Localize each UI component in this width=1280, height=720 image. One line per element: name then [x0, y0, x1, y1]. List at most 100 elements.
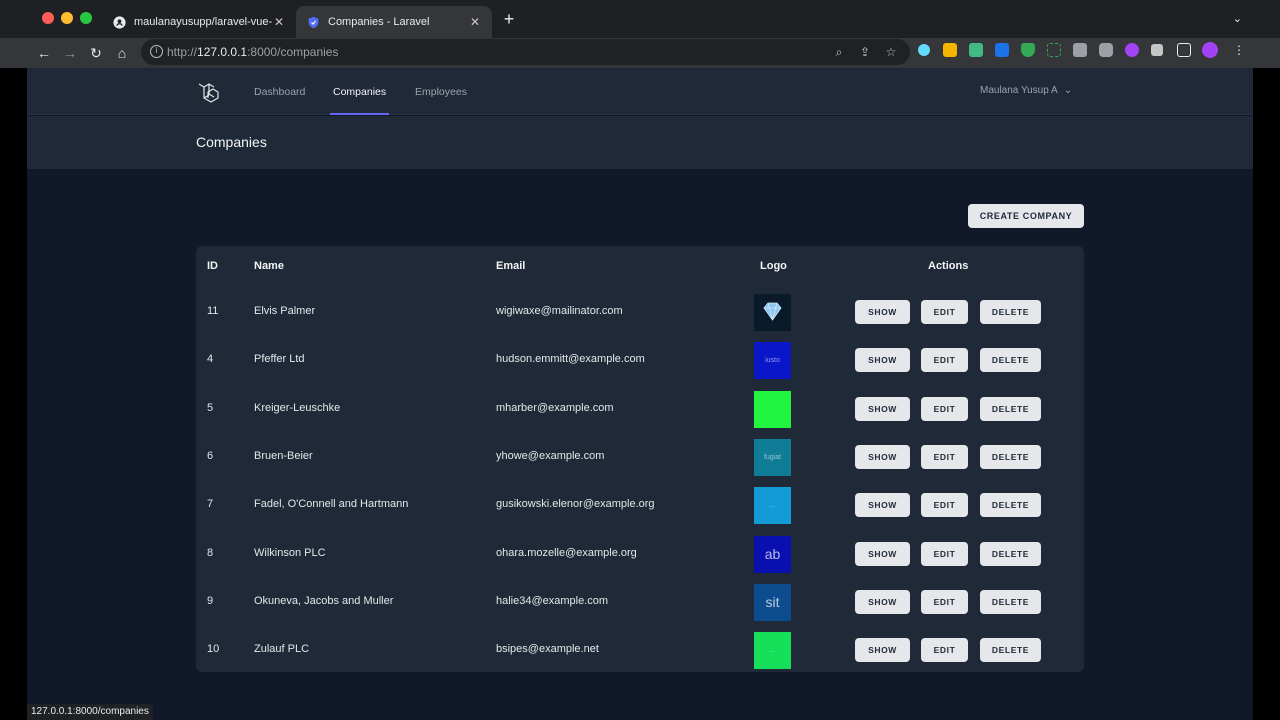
company-logo: ab — [754, 535, 791, 573]
vue-devtools-icon[interactable] — [969, 43, 983, 57]
delete-button[interactable]: DELETE — [980, 300, 1041, 324]
company-id: 7 — [207, 498, 214, 511]
companies-table: ID Name Email Logo Actions 11 Elvis Palm… — [196, 246, 1084, 672]
edit-button[interactable]: EDIT — [921, 493, 968, 518]
delete-button[interactable]: DELETE — [980, 541, 1041, 566]
back-arrow-icon[interactable]: ← — [34, 43, 54, 63]
company-name: Okuneva, Jacobs and Muller — [254, 594, 394, 607]
company-id: 9 — [207, 594, 214, 607]
edit-button[interactable]: EDIT — [921, 396, 968, 421]
company-name: Fadel, O'Connell and Hartmann — [254, 498, 409, 511]
react-devtools-icon[interactable] — [918, 44, 930, 56]
company-logo: ... — [754, 632, 791, 670]
maximize-window-button[interactable] — [80, 12, 92, 24]
tab-github[interactable]: maulanayusupp/laravel-vue-cr ✕ — [102, 6, 296, 38]
forward-arrow-icon[interactable]: → — [60, 43, 80, 63]
company-id: 6 — [207, 449, 214, 462]
delete-button[interactable]: DELETE — [980, 348, 1041, 373]
reload-icon[interactable]: ↻ — [86, 43, 106, 63]
table-row: 7 Fadel, O'Connell and Hartmann gusikows… — [196, 481, 1084, 529]
delete-button[interactable]: DELETE — [980, 589, 1041, 614]
company-logo: fugiat — [754, 438, 791, 476]
new-tab-icon[interactable]: + — [500, 10, 518, 28]
github-icon — [112, 15, 126, 29]
page-header: Companies — [27, 116, 1253, 169]
show-button[interactable]: SHOW — [855, 396, 910, 421]
camera-icon[interactable] — [1099, 43, 1113, 57]
edit-button[interactable]: EDIT — [921, 638, 968, 663]
active-nav-indicator — [330, 113, 389, 115]
delete-button[interactable]: DELETE — [980, 396, 1041, 421]
create-company-button[interactable]: CREATE COMPANY — [968, 204, 1084, 228]
company-logo — [754, 390, 791, 428]
company-name: Bruen-Beier — [254, 449, 313, 462]
company-id: 5 — [207, 401, 214, 414]
extension-icon[interactable] — [1125, 43, 1139, 57]
logo-text: ... — [769, 647, 776, 655]
show-button[interactable]: SHOW — [855, 638, 910, 663]
company-logo: sit — [754, 583, 791, 621]
edit-button[interactable]: EDIT — [921, 348, 968, 373]
company-email: mharber@example.com — [496, 401, 614, 414]
edit-button[interactable]: EDIT — [921, 444, 968, 469]
show-button[interactable]: SHOW — [855, 444, 910, 469]
delete-button[interactable]: DELETE — [980, 638, 1041, 663]
kebab-menu-icon[interactable]: ⋮ — [1232, 43, 1246, 57]
show-button[interactable]: SHOW — [855, 493, 910, 518]
shield-extension-icon[interactable] — [1021, 43, 1035, 57]
tab-title: maulanayusupp/laravel-vue-cr — [134, 16, 272, 28]
logo-text: ab — [764, 546, 781, 562]
chevron-down-icon[interactable]: ⌄ — [1233, 12, 1242, 25]
page: Dashboard Companies Employees Maulana Yu… — [27, 68, 1253, 720]
company-id: 8 — [207, 546, 214, 559]
home-icon[interactable]: ⌂ — [112, 43, 132, 63]
delete-button[interactable]: DELETE — [980, 493, 1041, 518]
close-window-button[interactable] — [42, 12, 54, 24]
user-name: Maulana Yusup A — [980, 85, 1058, 96]
company-logo: iusto — [754, 342, 791, 380]
table-row: 5 Kreiger-Leuschke mharber@example.com S… — [196, 385, 1084, 433]
extension-icon[interactable] — [943, 43, 957, 57]
info-icon[interactable]: i — [150, 45, 163, 58]
sidebar-icon[interactable] — [1177, 43, 1191, 57]
show-button[interactable]: SHOW — [855, 589, 910, 614]
logo-text: iusto — [765, 357, 780, 365]
show-button[interactable]: SHOW — [855, 348, 910, 373]
nav-employees[interactable]: Employees — [415, 86, 467, 98]
delete-button[interactable]: DELETE — [980, 444, 1041, 469]
company-email: ohara.mozelle@example.org — [496, 546, 637, 559]
close-icon[interactable]: ✕ — [468, 15, 482, 29]
laravel-logo-icon[interactable] — [196, 80, 222, 106]
edit-button[interactable]: EDIT — [921, 589, 968, 614]
edit-button[interactable]: EDIT — [921, 541, 968, 566]
company-id: 4 — [207, 353, 214, 366]
zoom-icon[interactable]: ⌕ — [831, 44, 847, 60]
user-dropdown[interactable]: Maulana Yusup A ⌄ — [980, 85, 1072, 96]
company-logo — [754, 294, 791, 331]
address-bar[interactable]: i http://127.0.0.1:8000/companies ⌕ ⇪ ☆ — [141, 39, 910, 65]
column-header-actions: Actions — [928, 260, 969, 272]
show-button[interactable]: SHOW — [855, 541, 910, 566]
edit-button[interactable]: EDIT — [921, 300, 968, 324]
extension-icon[interactable] — [1073, 43, 1087, 57]
avatar[interactable] — [1202, 42, 1218, 58]
logo-text: sit — [765, 594, 780, 611]
shield-icon — [306, 15, 320, 29]
column-header-name: Name — [254, 260, 284, 272]
company-email: wigiwaxe@mailinator.com — [496, 305, 623, 317]
show-button[interactable]: SHOW — [855, 300, 910, 324]
share-icon[interactable]: ⇪ — [857, 44, 873, 60]
table-row: 8 Wilkinson PLC ohara.mozelle@example.or… — [196, 530, 1084, 578]
nav-dashboard[interactable]: Dashboard — [254, 86, 305, 98]
extension-icon[interactable] — [1047, 43, 1061, 57]
puzzle-icon[interactable] — [1151, 44, 1163, 56]
minimize-window-button[interactable] — [61, 12, 73, 24]
company-id: 11 — [207, 305, 219, 317]
extension-icon[interactable] — [995, 43, 1009, 57]
star-icon[interactable]: ☆ — [883, 44, 899, 60]
nav-companies[interactable]: Companies — [333, 86, 386, 98]
table-row: 6 Bruen-Beier yhowe@example.com fugiat S… — [196, 433, 1084, 481]
close-icon[interactable]: ✕ — [272, 15, 286, 29]
tab-companies[interactable]: Companies - Laravel ✕ — [296, 6, 492, 38]
url-text[interactable]: http://127.0.0.1:8000/companies — [167, 45, 338, 59]
